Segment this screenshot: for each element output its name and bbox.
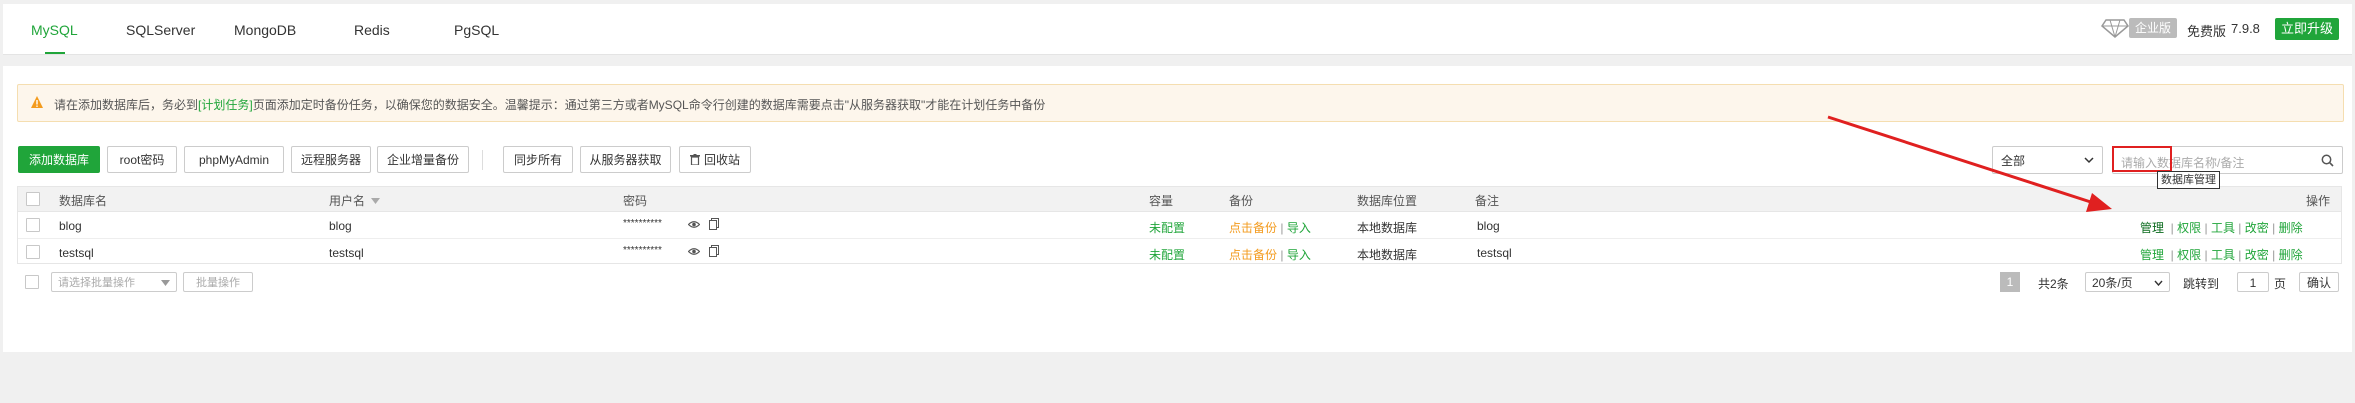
annotation-arrow-icon — [1827, 115, 2112, 212]
